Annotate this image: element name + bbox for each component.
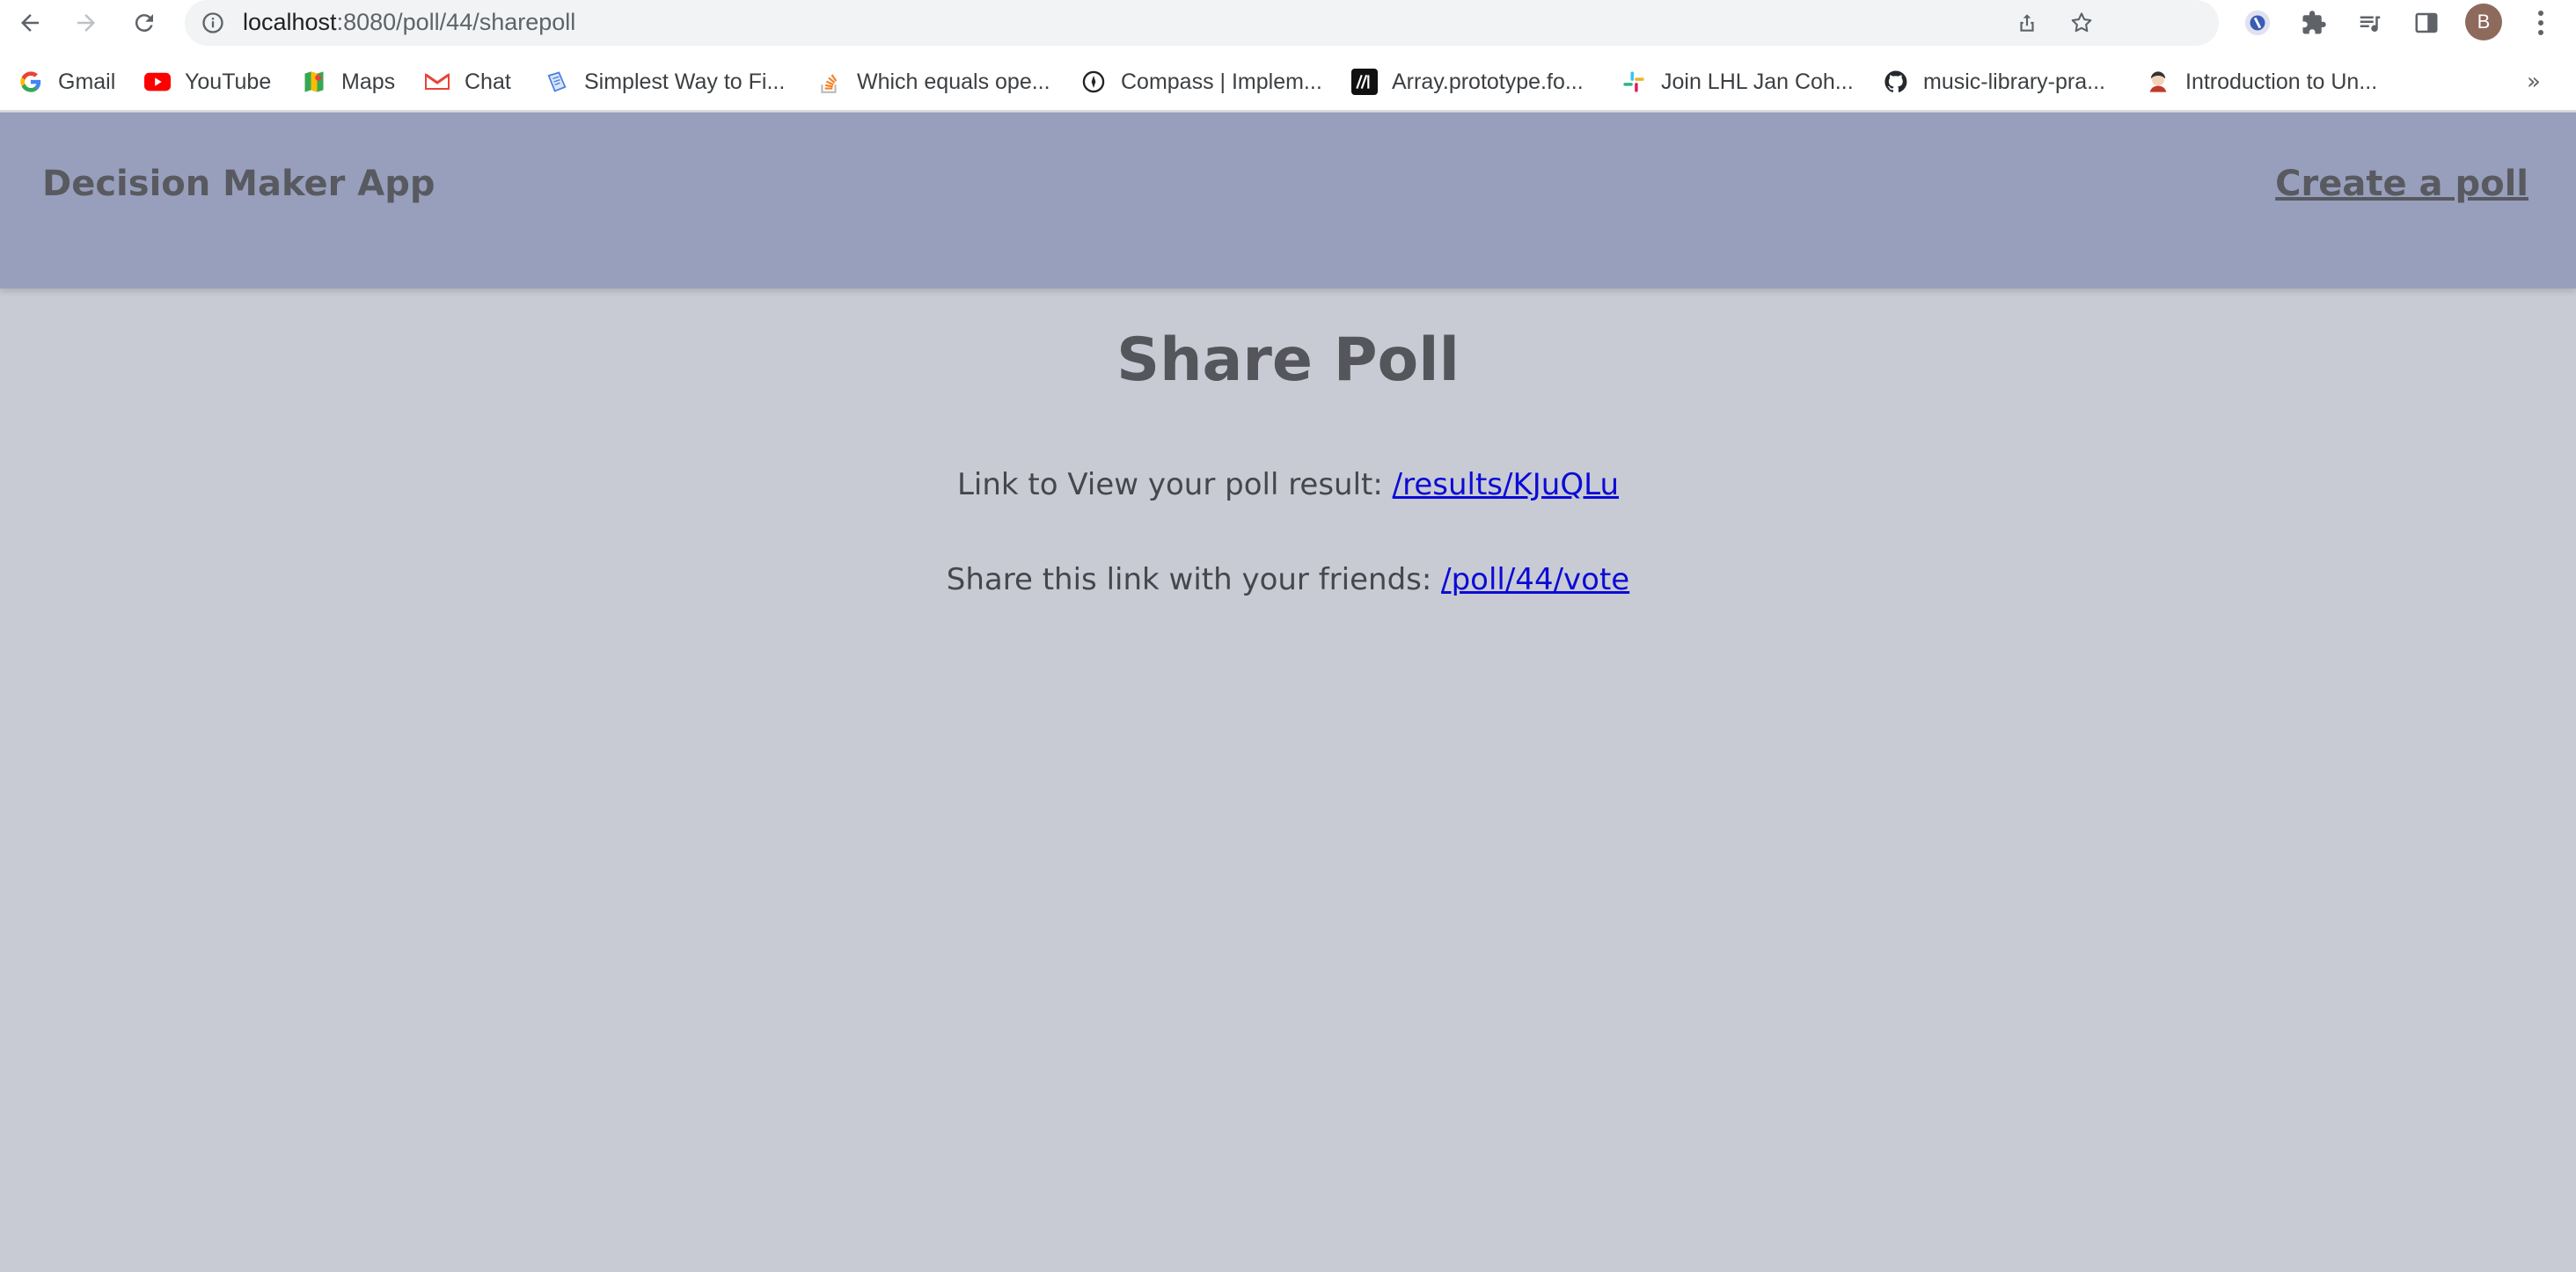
bookmark-label: Compass | Implem...: [1121, 69, 1322, 94]
youtube-icon: [144, 69, 171, 95]
results-line: Link to View your poll result: /results/…: [0, 467, 2576, 502]
mdn-icon: [1351, 69, 1378, 95]
bookmark-label: music-library-pra...: [1923, 69, 2105, 94]
reload-icon[interactable]: [127, 5, 162, 40]
github-icon: [1883, 69, 1909, 95]
compass-icon: [1080, 69, 1107, 95]
bookmark-label: Gmail: [58, 69, 116, 94]
create-poll-link[interactable]: Create a poll: [2275, 164, 2528, 204]
avatar-icon: [2145, 69, 2171, 95]
side-panel-icon[interactable]: [2411, 7, 2442, 39]
bookmark-label: Maps: [341, 69, 396, 94]
browser-chrome: localhost:8080/poll/44/sharepoll B Gmail…: [0, 0, 2576, 112]
bookmark-which-equals[interactable]: Which equals ope...: [816, 62, 1050, 102]
address-bar[interactable]: localhost:8080/poll/44/sharepoll: [185, 0, 2219, 46]
slack-icon: [1621, 69, 1647, 95]
share-label: Share this link with your friends:: [946, 562, 1442, 597]
bookmark-introduction[interactable]: Introduction to Un...: [2145, 62, 2377, 102]
stackoverflow-icon: [816, 69, 843, 95]
google-icon: [18, 69, 44, 95]
back-icon[interactable]: [12, 5, 48, 40]
page-title: Share Poll: [1116, 325, 1460, 395]
bookmark-join-lhl[interactable]: Join LHL Jan Coh...: [1621, 62, 1854, 102]
bookmark-label: Array.prototype.fo...: [1392, 69, 1584, 94]
bookmark-label: YouTube: [185, 69, 272, 94]
bookmark-array-prototype[interactable]: Array.prototype.fo...: [1351, 62, 1584, 102]
bookmark-star-icon[interactable]: [2067, 9, 2096, 37]
app-brand[interactable]: Decision Maker App: [42, 164, 435, 204]
gmail-icon: [424, 69, 450, 95]
bookmark-label: Which equals ope...: [857, 69, 1050, 94]
bookmark-label: Join LHL Jan Coh...: [1661, 69, 1854, 94]
bookmark-label: Introduction to Un...: [2185, 69, 2378, 94]
extension-circle-icon[interactable]: [2242, 7, 2273, 39]
forward-icon[interactable]: [69, 5, 104, 40]
url-host: localhost: [243, 9, 337, 35]
bookmark-youtube[interactable]: YouTube: [144, 62, 271, 102]
url-text[interactable]: localhost:8080/poll/44/sharepoll: [243, 9, 575, 36]
bookmark-simplest-way[interactable]: Simplest Way to Fi...: [544, 62, 785, 102]
site-info-icon[interactable]: [201, 11, 225, 35]
bookmark-label: Chat: [465, 69, 511, 94]
vote-link[interactable]: /poll/44/vote: [1441, 562, 1629, 597]
reading-list-icon[interactable]: [2354, 7, 2386, 39]
browser-toolbar: localhost:8080/poll/44/sharepoll B: [0, 0, 2576, 46]
bookmarks-overflow-icon[interactable]: »: [2527, 62, 2541, 102]
bookmarks-bar: Gmail YouTube Maps Chat Simplest Way to …: [0, 62, 2576, 102]
bookmark-chat[interactable]: Chat: [424, 62, 511, 102]
bookmark-compass[interactable]: Compass | Implem...: [1080, 62, 1322, 102]
profile-avatar[interactable]: B: [2465, 4, 2502, 40]
bookmark-music-library[interactable]: music-library-pra...: [1883, 62, 2105, 102]
results-label: Link to View your poll result:: [956, 467, 1393, 502]
bookmark-maps[interactable]: Maps: [301, 62, 395, 102]
share-line: Share this link with your friends: /poll…: [0, 562, 2576, 597]
browser-menu-icon[interactable]: [2527, 7, 2555, 39]
share-icon[interactable]: [2013, 9, 2041, 37]
results-link[interactable]: /results/KJuQLu: [1393, 467, 1619, 502]
doc-icon: [544, 69, 570, 95]
share-poll-section: Share Poll Link to View your poll result…: [0, 289, 2576, 597]
bookmark-gmail[interactable]: Gmail: [18, 62, 115, 102]
extensions-puzzle-icon[interactable]: [2298, 7, 2330, 39]
bookmark-label: Simplest Way to Fi...: [584, 69, 786, 94]
maps-icon: [301, 69, 327, 95]
app-navbar: Decision Maker App Create a poll: [0, 113, 2576, 289]
url-path: :8080/poll/44/sharepoll: [336, 9, 576, 35]
